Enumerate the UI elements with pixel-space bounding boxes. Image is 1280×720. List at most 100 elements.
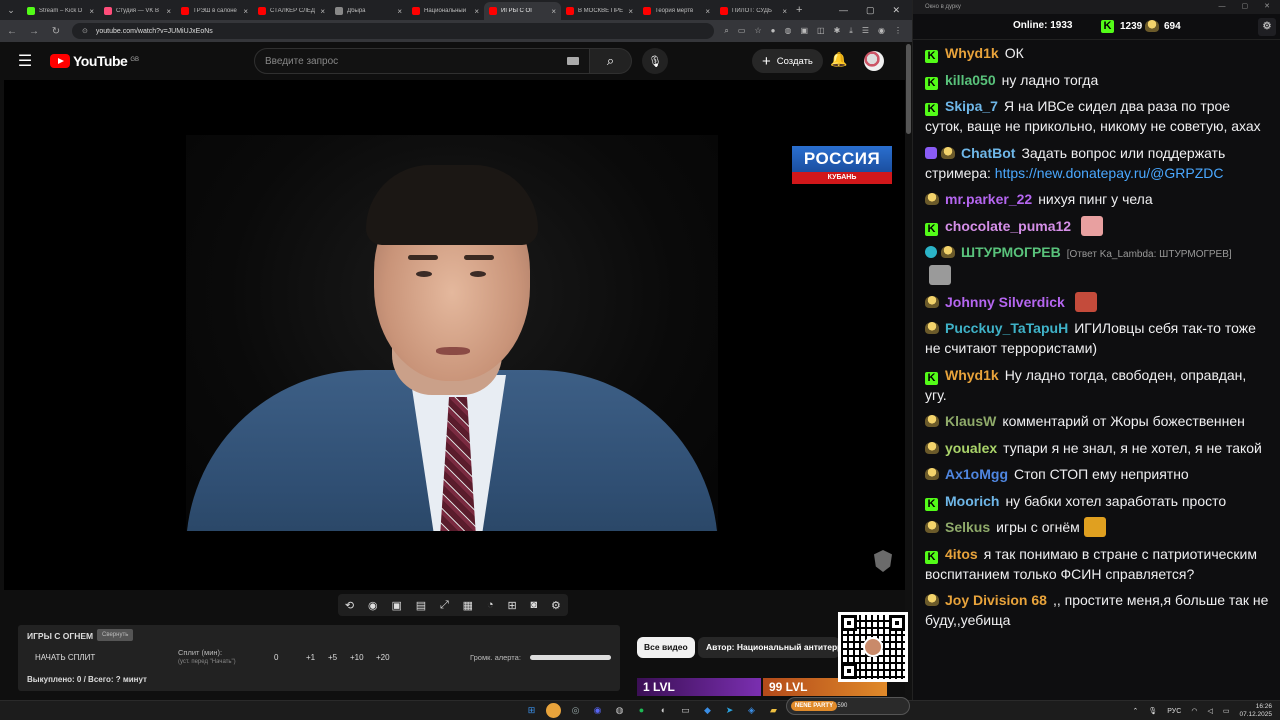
chat-message[interactable]: Johnny Silverdick xyxy=(925,291,1270,312)
extensions-icon[interactable]: ✱ xyxy=(834,26,841,36)
chip-author[interactable]: Автор: Национальный антитерр xyxy=(698,637,840,658)
tab-close-icon[interactable]: × xyxy=(89,7,94,16)
chat-username[interactable]: Johnny Silverdick xyxy=(945,294,1065,310)
loop-icon[interactable]: ⟲ xyxy=(345,599,354,612)
audio-icon[interactable]: ◉ xyxy=(368,599,378,612)
app-icon[interactable]: ◆ xyxy=(700,703,715,718)
chat-username[interactable]: Joy Division 68 xyxy=(945,592,1047,608)
screenshot-icon[interactable]: ◙ xyxy=(531,599,538,611)
browser-tab[interactable]: Дбыра × xyxy=(330,2,407,20)
voice-search-button[interactable]: 🎙 xyxy=(642,48,668,74)
chat-message[interactable]: K Moorich ну бабки хотел заработать просто xyxy=(925,491,1270,511)
chat-message[interactable]: Pucckuy_TaTapuH ИГИЛовцы себя так-то тоже… xyxy=(925,318,1270,358)
wifi-icon[interactable]: ◠ xyxy=(1191,707,1197,715)
browser-tab[interactable]: Stream – Kick D × xyxy=(22,2,99,20)
split-value[interactable]: 0 xyxy=(274,653,278,662)
alert-volume-slider[interactable] xyxy=(530,655,611,660)
tab-close-icon[interactable]: × xyxy=(782,7,787,16)
new-tab-icon[interactable]: + xyxy=(796,4,802,16)
discord-icon[interactable]: ◉ xyxy=(590,703,605,718)
tab-close-icon[interactable]: × xyxy=(628,7,633,16)
maximize-icon[interactable]: ▢ xyxy=(866,5,875,16)
chat-link[interactable]: https://new.donatepay.ru/@GRPZDC xyxy=(995,165,1224,181)
chat-message[interactable]: Joy Division 68,, простите меня,я больше… xyxy=(925,590,1270,630)
minimize-icon[interactable]: — xyxy=(839,5,848,16)
chat-close-icon[interactable]: ✕ xyxy=(1264,0,1270,14)
tab-close-icon[interactable]: × xyxy=(474,7,479,16)
extension-1-icon[interactable]: ● xyxy=(771,26,776,36)
steam-icon[interactable]: ◍ xyxy=(612,703,627,718)
windows-start-icon[interactable]: ⊞ xyxy=(524,703,539,718)
browser-tab[interactable]: Национальный × xyxy=(407,2,484,20)
add-10-button[interactable]: +10 xyxy=(350,653,364,662)
tab-close-icon[interactable]: × xyxy=(166,7,171,16)
tab-close-icon[interactable]: × xyxy=(320,7,325,16)
chat-maximize-icon[interactable]: ▢ xyxy=(1242,0,1249,14)
chat-username[interactable]: mr.parker_22 xyxy=(945,191,1032,207)
chat-username[interactable]: ChatBot xyxy=(961,145,1015,161)
resize-icon[interactable]: ⤢ xyxy=(440,599,449,612)
extension-2-icon[interactable]: ◍ xyxy=(784,26,791,36)
chat-message-list[interactable]: K Whyd1k ОК Kkilla050 ну ладно тогда K Skipa_7… xyxy=(913,40,1280,630)
obs-icon[interactable]: ◐ xyxy=(656,703,671,718)
app-icon[interactable]: ◎ xyxy=(568,703,583,718)
chat-message[interactable]: Selkus игры с огнём xyxy=(925,517,1270,537)
chat-message[interactable]: ChatBot Задать вопрос или поддержать стри… xyxy=(925,143,1270,183)
screen-icon[interactable]: ▣ xyxy=(391,599,401,612)
tab-close-icon[interactable]: × xyxy=(243,7,248,16)
chat-message[interactable]: Kkilla050 ну ладно тогда xyxy=(925,70,1270,90)
download-icon[interactable]: ⤓ xyxy=(849,26,853,36)
settings-gear-icon[interactable]: ⚙ xyxy=(551,599,561,612)
chat-message[interactable]: ШТУРМОГРЕВ [Ответ Ka_Lambda: ШТУРМОГРЕВ] xyxy=(925,242,1270,285)
chat-username[interactable]: Skipa_7 xyxy=(945,98,998,114)
chat-username[interactable]: youalex xyxy=(945,440,997,456)
menu-icon[interactable]: ⋮ xyxy=(894,26,902,36)
browser-tab[interactable]: ТРЭШ в салоне × xyxy=(176,2,253,20)
bookmark-star-icon[interactable]: ☆ xyxy=(754,26,761,36)
browser-tab[interactable]: Студия — VK В × xyxy=(99,2,176,20)
clock[interactable]: 16:26 07.12.2025 xyxy=(1239,703,1272,719)
chip-all-videos[interactable]: Все видео xyxy=(637,637,695,658)
site-info-icon[interactable]: ⊙ xyxy=(82,27,88,35)
chat-username[interactable]: killa050 xyxy=(945,72,996,88)
browser-tab[interactable]: В МОСКВЕ ПРЕ × xyxy=(561,2,638,20)
chat-message[interactable]: Kchocolate_puma12 xyxy=(925,215,1270,236)
video-player[interactable]: РОССИЯ КУБАНЬ xyxy=(4,80,905,590)
telegram-icon[interactable]: ➤ xyxy=(722,703,737,718)
tab-close-icon[interactable]: × xyxy=(397,7,402,16)
add-1-button[interactable]: +1 xyxy=(306,653,315,662)
battery-icon[interactable]: ▭ xyxy=(1223,707,1230,715)
reading-list-icon[interactable]: ☰ xyxy=(862,26,869,36)
back-icon[interactable]: ← xyxy=(6,26,18,37)
extension-3-icon[interactable]: ▣ xyxy=(800,26,808,36)
add-5-button[interactable]: +5 xyxy=(328,653,337,662)
create-button[interactable]: + Создать xyxy=(752,49,823,73)
minimize-panel-button[interactable]: Свернуть xyxy=(97,629,134,641)
chat-message[interactable]: K 4itos я так понимаю в стране с патриотич… xyxy=(925,544,1270,584)
chat-message[interactable]: K Skipa_7 Я на ИВСе сидел два раза по трое… xyxy=(925,96,1270,136)
reload-icon[interactable]: ↻ xyxy=(50,26,62,37)
chrome-icon[interactable] xyxy=(546,703,561,718)
microphone-tray-icon[interactable]: 🎙 xyxy=(1148,707,1157,715)
chat-message[interactable]: K Whyd1k Ну ладно тогда, свободен, оправда… xyxy=(925,365,1270,405)
add-frame-icon[interactable]: ⊞ xyxy=(507,599,516,612)
chat-username[interactable]: Whyd1k xyxy=(945,367,999,383)
app-icon[interactable]: ◈ xyxy=(744,703,759,718)
avatar[interactable] xyxy=(864,51,884,71)
page-scrollbar[interactable] xyxy=(905,42,912,700)
chat-username[interactable]: Selkus xyxy=(945,519,990,535)
youtube-logo[interactable]: YouTube GB xyxy=(50,53,139,69)
chat-username[interactable]: Pucckuy_TaTapuH xyxy=(945,320,1068,336)
language-indicator[interactable]: РУС xyxy=(1167,708,1181,715)
cast-icon[interactable]: ▭ xyxy=(738,26,746,36)
scrollbar-thumb[interactable] xyxy=(906,44,911,134)
tab-close-icon[interactable]: × xyxy=(551,7,556,16)
zoom-icon[interactable]: ⌕ xyxy=(724,26,728,36)
chat-message[interactable]: youalex тупари я не знал, я не хотел, я н… xyxy=(925,438,1270,458)
chat-message[interactable]: Ax1oMgg Стоп СТОП ему неприятно xyxy=(925,464,1270,484)
browser-tab[interactable]: ИГРЫ С ОГ × xyxy=(484,2,561,20)
guide-menu-icon[interactable]: ☰ xyxy=(0,51,50,71)
chat-username[interactable]: KlausW xyxy=(945,413,996,429)
tab-close-icon[interactable]: × xyxy=(705,7,710,16)
spotify-icon[interactable]: ● xyxy=(634,703,649,718)
